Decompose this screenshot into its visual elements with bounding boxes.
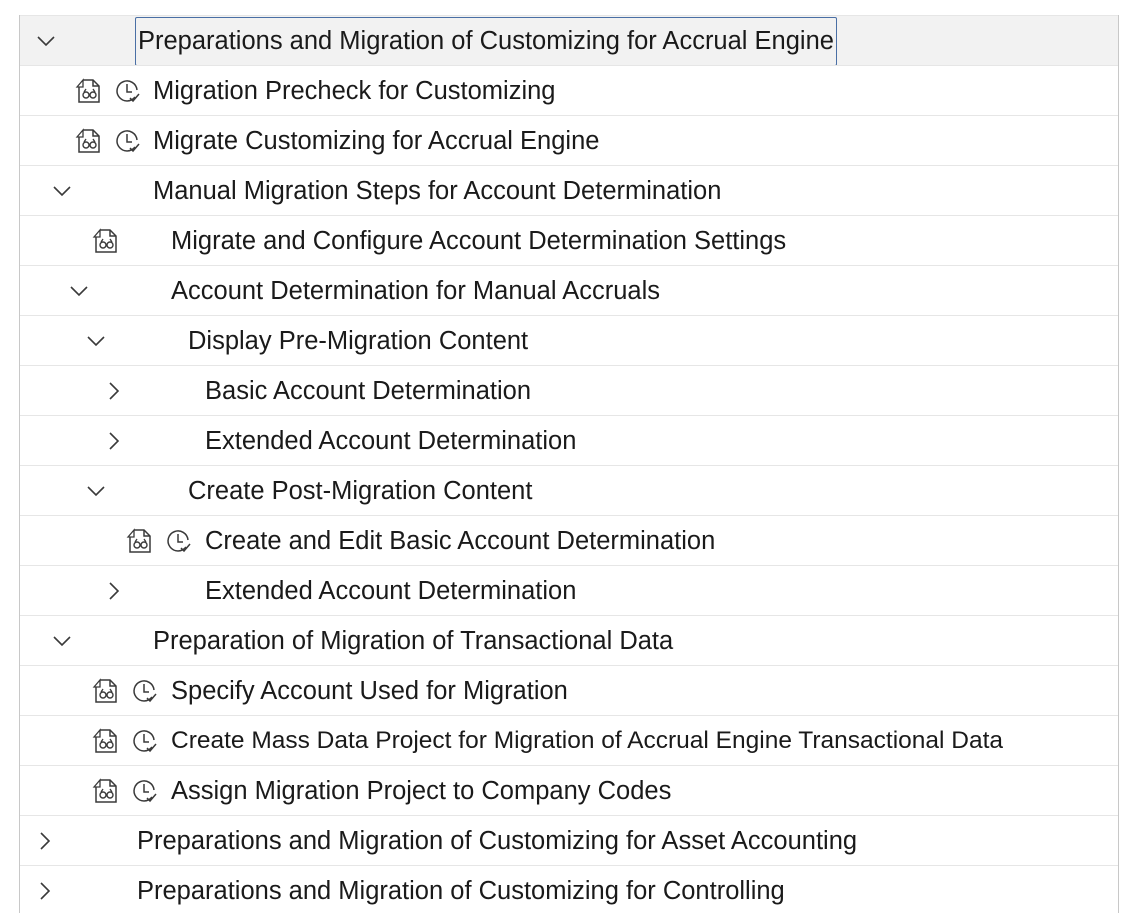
tree-row-label: Basic Account Determination xyxy=(205,377,531,405)
clock-check-icon[interactable] xyxy=(113,127,141,155)
activity-doc-icon[interactable] xyxy=(92,677,120,705)
tree-row-label: Preparations and Migration of Customizin… xyxy=(137,827,858,855)
chevron-right-icon[interactable] xyxy=(102,579,126,603)
tree-row-assign-migration-project[interactable]: Assign Migration Project to Company Code… xyxy=(20,765,1118,815)
tree-row-label: Migrate and Configure Account Determinat… xyxy=(171,227,787,255)
tree-row-label: Create Post-Migration Content xyxy=(188,477,533,505)
chevron-down-icon[interactable] xyxy=(84,479,108,503)
tree-row-pre-migration-content[interactable]: Display Pre-Migration Content xyxy=(20,315,1118,365)
chevron-right-icon[interactable] xyxy=(33,879,57,903)
tree-row-label: Display Pre-Migration Content xyxy=(188,327,529,355)
tree-row-accrual-engine[interactable]: Preparations and Migration of Customizin… xyxy=(20,15,1118,66)
tree-row-migrate-customizing[interactable]: Migrate Customizing for Accrual Engine xyxy=(20,115,1118,165)
clock-check-icon[interactable] xyxy=(113,77,141,105)
clock-check-icon[interactable] xyxy=(130,727,158,755)
tree-row-label: Extended Account Determination xyxy=(205,577,577,605)
tree-row-asset-accounting[interactable]: Preparations and Migration of Customizin… xyxy=(20,815,1118,865)
chevron-down-icon[interactable] xyxy=(84,329,108,353)
tree-row-label: Extended Account Determination xyxy=(205,427,577,455)
tree-row-manual-accruals[interactable]: Account Determination for Manual Accrual… xyxy=(20,265,1118,315)
tree-row-migrate-configure-settings[interactable]: Migrate and Configure Account Determinat… xyxy=(20,215,1118,265)
chevron-right-icon[interactable] xyxy=(33,829,57,853)
tree-row-label: Create and Edit Basic Account Determinat… xyxy=(205,527,716,555)
clock-check-icon[interactable] xyxy=(164,527,192,555)
tree-row-label: Preparations and Migration of Customizin… xyxy=(137,877,785,905)
tree-row-specify-account[interactable]: Specify Account Used for Migration xyxy=(20,665,1118,715)
activity-doc-icon[interactable] xyxy=(92,777,120,805)
tree-row-extended-account-determination-pre[interactable]: Extended Account Determination xyxy=(20,415,1118,465)
tree-row-extended-account-determination-post[interactable]: Extended Account Determination xyxy=(20,565,1118,615)
tree-row-migration-precheck[interactable]: Migration Precheck for Customizing xyxy=(20,65,1118,115)
chevron-right-icon[interactable] xyxy=(102,379,126,403)
tree-row-label: Create Mass Data Project for Migration o… xyxy=(171,727,1004,754)
tree-row-post-migration-content[interactable]: Create Post-Migration Content xyxy=(20,465,1118,515)
tree-row-transactional-data-prep[interactable]: Preparation of Migration of Transactiona… xyxy=(20,615,1118,665)
activity-doc-icon[interactable] xyxy=(75,77,103,105)
chevron-right-icon[interactable] xyxy=(102,429,126,453)
tree-row-controlling[interactable]: Preparations and Migration of Customizin… xyxy=(20,865,1118,915)
chevron-down-icon[interactable] xyxy=(34,29,58,53)
tree-row-label: Manual Migration Steps for Account Deter… xyxy=(153,177,722,205)
tree-row-mass-data-project[interactable]: Create Mass Data Project for Migration o… xyxy=(20,715,1118,765)
tree-row-label: Migrate Customizing for Accrual Engine xyxy=(153,127,600,155)
tree-row-label: Assign Migration Project to Company Code… xyxy=(171,777,672,805)
chevron-down-icon[interactable] xyxy=(50,629,74,653)
chevron-down-icon[interactable] xyxy=(50,179,74,203)
tree-row-manual-migration-steps[interactable]: Manual Migration Steps for Account Deter… xyxy=(20,165,1118,215)
tree-row-label: Preparation of Migration of Transactiona… xyxy=(153,627,674,655)
tree-row-label: Migration Precheck for Customizing xyxy=(153,77,556,105)
tree-row-basic-account-determination[interactable]: Basic Account Determination xyxy=(20,365,1118,415)
activity-doc-icon[interactable] xyxy=(126,527,154,555)
activity-doc-icon[interactable] xyxy=(92,727,120,755)
clock-check-icon[interactable] xyxy=(130,677,158,705)
activity-doc-icon[interactable] xyxy=(92,227,120,255)
tree-row-create-edit-basic-determination[interactable]: Create and Edit Basic Account Determinat… xyxy=(20,515,1118,565)
activity-doc-icon[interactable] xyxy=(75,127,103,155)
tree-row-label: Preparations and Migration of Customizin… xyxy=(135,17,837,66)
tree-row-label: Account Determination for Manual Accrual… xyxy=(171,277,660,305)
customizing-tree: Preparations and Migration of Customizin… xyxy=(19,15,1119,913)
clock-check-icon[interactable] xyxy=(130,777,158,805)
chevron-down-icon[interactable] xyxy=(67,279,91,303)
tree-row-label: Specify Account Used for Migration xyxy=(171,677,568,705)
